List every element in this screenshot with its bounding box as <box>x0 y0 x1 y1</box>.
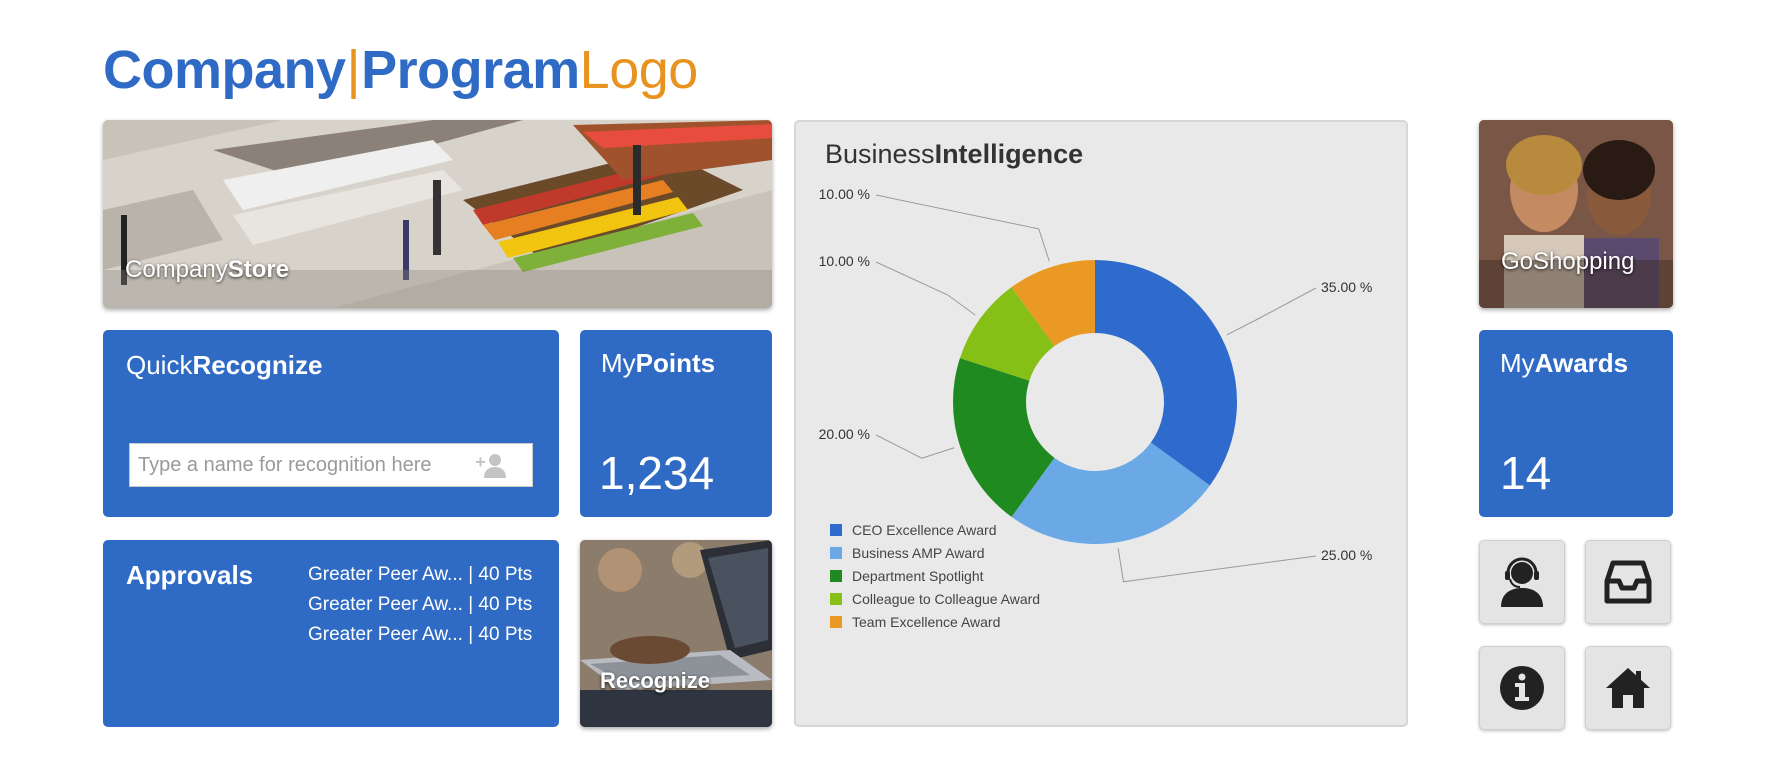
store-caption-bold: Store <box>227 256 290 283</box>
approval-item-separator: | <box>468 564 474 585</box>
approval-item-points: 40 Pts <box>478 624 533 645</box>
my-awards-value: 14 <box>1500 447 1552 499</box>
my-points-tile[interactable]: MyPoints 1,234 <box>580 330 772 517</box>
donut-leader-line <box>875 434 955 459</box>
my-points-title: MyPoints <box>601 348 715 379</box>
go-shopping-tile[interactable]: GoShopping <box>1479 120 1673 308</box>
legend-label[interactable]: CEO Excellence Award <box>852 522 996 538</box>
approval-item-separator: | <box>468 624 474 645</box>
company-logo: Company|ProgramLogo <box>103 38 698 102</box>
my-awards-title-light: My <box>1500 348 1535 378</box>
recognize-caption: Recognize <box>600 668 711 693</box>
my-points-title-light: My <box>601 348 636 378</box>
logo-program-text: Program <box>361 40 580 100</box>
inbox-icon <box>1604 560 1652 604</box>
add-user-icon[interactable] <box>476 452 506 478</box>
info-button[interactable] <box>1479 646 1565 730</box>
approval-item-separator: | <box>468 594 474 615</box>
donut-leader-line <box>875 194 1050 262</box>
my-awards-title-bold: Awards <box>1534 348 1629 378</box>
donut-data-label: 25.00 % <box>1321 547 1372 563</box>
legend-label[interactable]: Department Spotlight <box>852 568 984 584</box>
approvals-list: Greater Peer Aw... | 40 Pts Greater Peer… <box>308 564 532 654</box>
logo-company-text: Company <box>103 40 346 100</box>
go-shopping-caption: GoShopping <box>1501 248 1635 275</box>
legend-swatch <box>830 593 842 605</box>
recognition-name-input[interactable] <box>130 444 470 486</box>
my-awards-title: MyAwards <box>1500 348 1628 379</box>
donut-data-label: 10.00 % <box>819 253 870 269</box>
support-button[interactable] <box>1479 540 1565 624</box>
business-intelligence-panel: BusinessIntelligence 35.00 % 25.00 % 20.00… <box>794 120 1408 727</box>
approval-item-points: 40 Pts <box>478 594 533 615</box>
laptop-photo <box>580 540 772 727</box>
logo-separator: | <box>346 40 361 100</box>
donut-chart: 35.00 % 25.00 % 20.00 % 10.00 % 10.00 % CEO E… <box>819 186 1373 630</box>
legend-swatch <box>830 570 842 582</box>
donut-leader-line <box>875 261 976 316</box>
support-agent-icon <box>1501 557 1543 607</box>
approval-item-name: Greater Peer Aw... <box>308 594 463 615</box>
approval-item-name: Greater Peer Aw... <box>308 564 463 585</box>
legend-label[interactable]: Business AMP Award <box>852 545 985 561</box>
home-icon <box>1606 668 1650 708</box>
donut-data-label: 35.00 % <box>1321 279 1372 295</box>
legend-swatch <box>830 616 842 628</box>
quick-recognize-title: QuickRecognize <box>126 350 323 381</box>
donut-slice[interactable] <box>1095 260 1237 486</box>
approval-item-points: 40 Pts <box>478 564 533 585</box>
shoppers-photo <box>1479 120 1673 308</box>
logo-logo-text: Logo <box>579 40 699 100</box>
approval-item-name: Greater Peer Aw... <box>308 624 463 645</box>
donut-data-label: 20.00 % <box>819 426 870 442</box>
company-store-caption: CompanyStore <box>125 256 289 284</box>
store-caption-light: Company <box>125 256 228 283</box>
legend-label[interactable]: Colleague to Colleague Award <box>852 591 1040 607</box>
my-points-title-bold: Points <box>635 348 716 378</box>
recognize-tile[interactable]: Recognize <box>580 540 772 727</box>
legend-swatch <box>830 547 842 559</box>
donut-leader-line <box>1117 548 1317 583</box>
quick-recognize-title-light: Quick <box>126 350 193 380</box>
home-button[interactable] <box>1585 646 1671 730</box>
quick-recognize-tile: QuickRecognize <box>103 330 559 517</box>
approvals-title: Approvals <box>126 560 254 590</box>
legend-swatch <box>830 524 842 536</box>
my-awards-tile[interactable]: MyAwards 14 <box>1479 330 1673 517</box>
info-icon <box>1500 666 1544 710</box>
legend-label[interactable]: Team Excellence Award <box>852 614 1000 630</box>
quick-recognize-title-bold: Recognize <box>192 350 323 380</box>
inbox-button[interactable] <box>1585 540 1671 624</box>
donut-leader-line <box>1226 287 1317 336</box>
approval-item[interactable]: Greater Peer Aw... | 40 Pts <box>308 624 532 654</box>
company-store-tile[interactable]: CompanyStore <box>103 120 772 308</box>
my-points-value: 1,234 <box>599 447 715 499</box>
donut-data-label: 10.00 % <box>819 186 870 202</box>
approval-item[interactable]: Greater Peer Aw... | 40 Pts <box>308 594 532 624</box>
approval-item[interactable]: Greater Peer Aw... | 40 Pts <box>308 564 532 594</box>
approvals-tile[interactable]: Approvals Greater Peer Aw... | 40 Pts Gr… <box>103 540 559 727</box>
recognition-search-box <box>129 443 533 487</box>
